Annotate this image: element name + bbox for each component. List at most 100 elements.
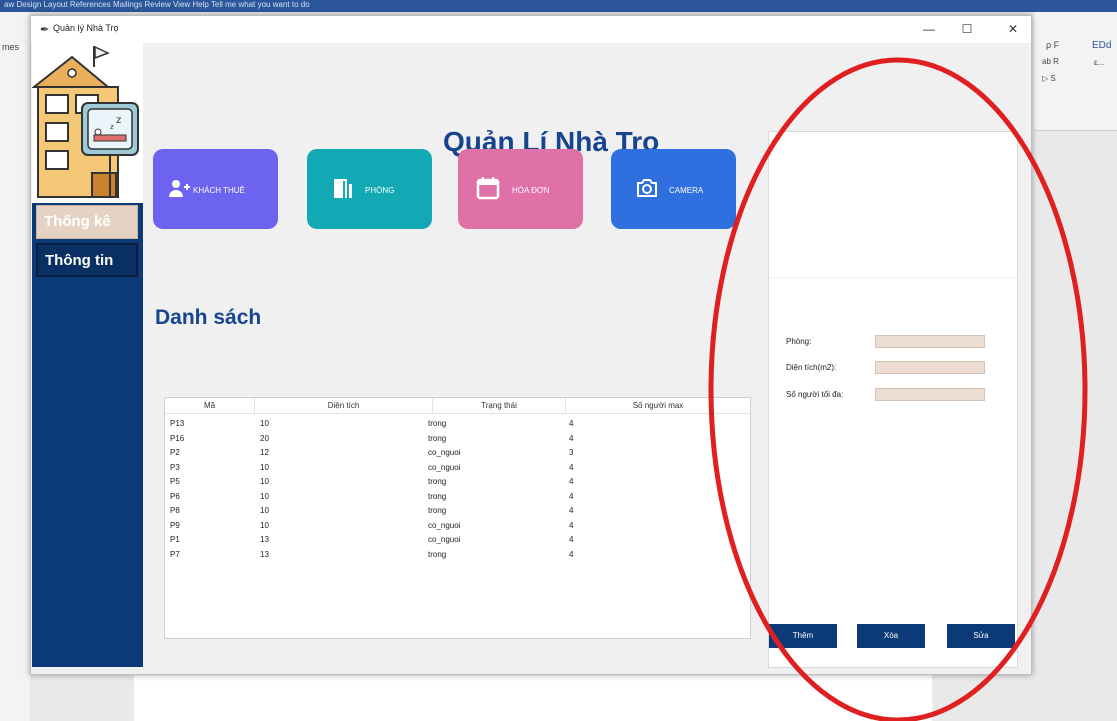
cell-status: trong <box>428 419 447 428</box>
table-row[interactable]: P7 13 trong 4 <box>165 548 750 561</box>
table-row[interactable]: P6 10 trong 4 <box>165 490 750 503</box>
cell-area: 10 <box>260 520 269 530</box>
background-left-text: mes <box>2 42 20 52</box>
add-button[interactable]: Thêm <box>769 624 837 648</box>
tile-tenants[interactable]: KHÁCH THUÊ <box>153 149 278 229</box>
cell-max-people: 4 <box>569 433 574 443</box>
cell-id: P7 <box>170 549 180 559</box>
delete-button[interactable]: Xóa <box>857 624 925 648</box>
cell-max-people: 4 <box>569 549 574 559</box>
cell-area: 10 <box>260 491 269 501</box>
tile-camera[interactable]: CAMERA <box>611 149 736 229</box>
cell-status: trong <box>428 433 447 443</box>
cell-area: 20 <box>260 433 269 443</box>
calendar-icon <box>476 177 500 200</box>
tile-rooms-label: PHÒNG <box>365 186 395 195</box>
cell-id: P9 <box>170 520 180 530</box>
bg-find[interactable]: ρ F <box>1046 40 1059 50</box>
table-row[interactable]: P13 10 trong 4 <box>165 417 750 430</box>
svg-text:z: z <box>116 115 121 126</box>
background-ribbon: aw Design Layout References Mailings Rev… <box>0 0 1117 12</box>
table-row[interactable]: P3 10 co_nguoi 4 <box>165 461 750 474</box>
cell-area: 13 <box>260 535 269 544</box>
camera-icon <box>637 179 657 197</box>
cell-status: trong <box>428 506 447 515</box>
cell-area: 12 <box>260 448 269 457</box>
cell-max-people: 4 <box>569 491 574 501</box>
bg-style2[interactable]: ε... <box>1094 58 1104 67</box>
tile-rooms[interactable]: PHÒNG <box>307 149 432 229</box>
table-row[interactable]: P2 12 co_nguoi 3 <box>165 446 750 459</box>
cell-id: P3 <box>170 462 180 472</box>
tile-invoices[interactable]: HÓA ĐƠN <box>458 149 583 229</box>
app-window: ✒ Quản lý Nhà Trọ — ☐ ✕ z z Thống kê Thô… <box>30 15 1032 675</box>
sidebar-item-statistics[interactable]: Thống kê <box>36 205 138 239</box>
background-ribbon-text: aw Design Layout References Mailings Rev… <box>4 0 310 9</box>
cell-id: P8 <box>170 506 180 515</box>
table-row[interactable]: P5 10 trong 4 <box>165 475 750 488</box>
cell-status: co_nguoi <box>428 462 461 472</box>
sidebar: Thống kê Thông tin <box>32 203 143 667</box>
room-form-panel: Phòng: Diện tích(m2): Số người tối đa: T… <box>768 131 1018 668</box>
cell-max-people: 4 <box>569 535 574 544</box>
boarding-house-logo-icon: z z <box>31 43 143 203</box>
table-row[interactable]: P9 10 co_nguoi 4 <box>165 519 750 532</box>
table-row[interactable]: P16 20 trong 4 <box>165 432 750 445</box>
table-row[interactable]: P1 13 co_nguoi 4 <box>165 533 750 546</box>
room-input[interactable] <box>875 335 985 348</box>
cell-id: P2 <box>170 448 180 457</box>
camera-preview <box>769 132 1017 278</box>
bg-style[interactable]: EDd <box>1092 40 1111 51</box>
tile-tenants-label: KHÁCH THUÊ <box>193 186 245 195</box>
minimize-button[interactable]: — <box>917 20 941 38</box>
area-label: Diện tích(m2): <box>786 363 837 372</box>
bg-select[interactable]: ▷ S <box>1042 74 1056 83</box>
cell-area: 10 <box>260 419 269 428</box>
cell-area: 10 <box>260 506 269 515</box>
column-header-area[interactable]: Diện tích <box>255 398 433 413</box>
svg-text:z: z <box>110 123 114 131</box>
column-header-max-people[interactable]: Số người max <box>566 398 750 413</box>
room-label: Phòng: <box>786 337 812 346</box>
tile-invoices-label: HÓA ĐƠN <box>512 186 550 195</box>
cell-status: trong <box>428 491 447 501</box>
cell-max-people: 4 <box>569 477 574 486</box>
table-row[interactable]: P8 10 trong 4 <box>165 504 750 517</box>
window-title: Quản lý Nhà Trọ <box>53 23 119 33</box>
feather-icon: ✒ <box>40 24 50 36</box>
bg-replace[interactable]: ab R <box>1042 57 1059 66</box>
cell-max-people: 4 <box>569 506 574 515</box>
edit-button[interactable]: Sửa <box>947 624 1015 648</box>
maximize-button[interactable]: ☐ <box>955 20 979 38</box>
cell-id: P6 <box>170 491 180 501</box>
tile-camera-label: CAMERA <box>669 186 704 195</box>
background-ribbon-right: ρ F ab R ▷ S EDd ε... <box>1034 12 1117 131</box>
cell-max-people: 3 <box>569 448 574 457</box>
column-header-status[interactable]: Trạng thái <box>433 398 566 413</box>
logo: z z <box>31 43 143 203</box>
cell-id: P13 <box>170 419 185 428</box>
sidebar-item-info[interactable]: Thông tin <box>36 243 138 277</box>
close-button[interactable]: ✕ <box>1001 20 1025 38</box>
cell-area: 10 <box>260 462 269 472</box>
add-user-icon <box>169 180 190 197</box>
cell-id: P5 <box>170 477 180 486</box>
cell-status: trong <box>428 477 447 486</box>
cell-max-people: 4 <box>569 520 574 530</box>
cell-id: P1 <box>170 535 180 544</box>
cell-status: co_nguoi <box>428 520 461 530</box>
cell-area: 10 <box>260 477 269 486</box>
max-people-label: Số người tối đa: <box>786 390 844 399</box>
cell-max-people: 4 <box>569 462 574 472</box>
room-table[interactable]: Mã Diện tích Trạng thái Số người max P13… <box>164 397 751 639</box>
cell-max-people: 4 <box>569 419 574 428</box>
background-left-strip: mes <box>0 12 30 721</box>
cell-status: co_nguoi <box>428 448 461 457</box>
max-people-input[interactable] <box>875 388 985 401</box>
cell-id: P16 <box>170 433 185 443</box>
column-header-id[interactable]: Mã <box>165 398 255 413</box>
area-input[interactable] <box>875 361 985 374</box>
title-bar[interactable]: ✒ Quản lý Nhà Trọ — ☐ ✕ <box>31 16 1031 43</box>
cell-area: 13 <box>260 549 269 559</box>
table-header: Mã Diện tích Trạng thái Số người max <box>165 398 750 414</box>
